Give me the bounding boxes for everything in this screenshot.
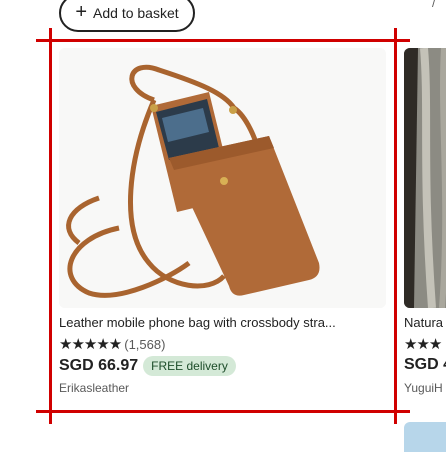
annotation-line-bottom xyxy=(36,410,410,413)
add-to-basket-label: Add to basket xyxy=(93,5,179,21)
annotation-line-top xyxy=(36,39,410,42)
top-right-glyph: / xyxy=(432,0,436,10)
shop-name[interactable]: Erikasleather xyxy=(59,381,129,395)
product-title[interactable]: Leather mobile phone bag with crossbody … xyxy=(59,315,386,330)
next-row-thumbnail[interactable] xyxy=(404,422,446,452)
product-price: SGD 66.97 xyxy=(59,357,139,374)
annotation-line-left xyxy=(49,28,52,424)
star-rating-icon: ★★★★★ xyxy=(59,336,122,353)
review-count: (1,568) xyxy=(124,336,166,352)
next-shop-name[interactable]: YuguiH xyxy=(404,381,443,395)
price-row: SGD 66.97 FREE delivery xyxy=(59,356,236,376)
phone-bag-image[interactable] xyxy=(59,48,386,308)
free-delivery-badge: FREE delivery xyxy=(143,356,236,376)
plus-icon: + xyxy=(75,1,88,23)
annotation-line-right xyxy=(394,28,397,424)
add-to-basket-button[interactable]: + Add to basket xyxy=(59,0,195,32)
next-product-title[interactable]: Natura xyxy=(404,315,443,330)
next-star-rating-icon: ★★★ xyxy=(404,336,442,353)
next-product-price: SGD 4 xyxy=(404,356,446,373)
product-rating: ★★★★★ (1,568) xyxy=(59,335,165,353)
tree-bark-image[interactable] xyxy=(404,48,446,308)
